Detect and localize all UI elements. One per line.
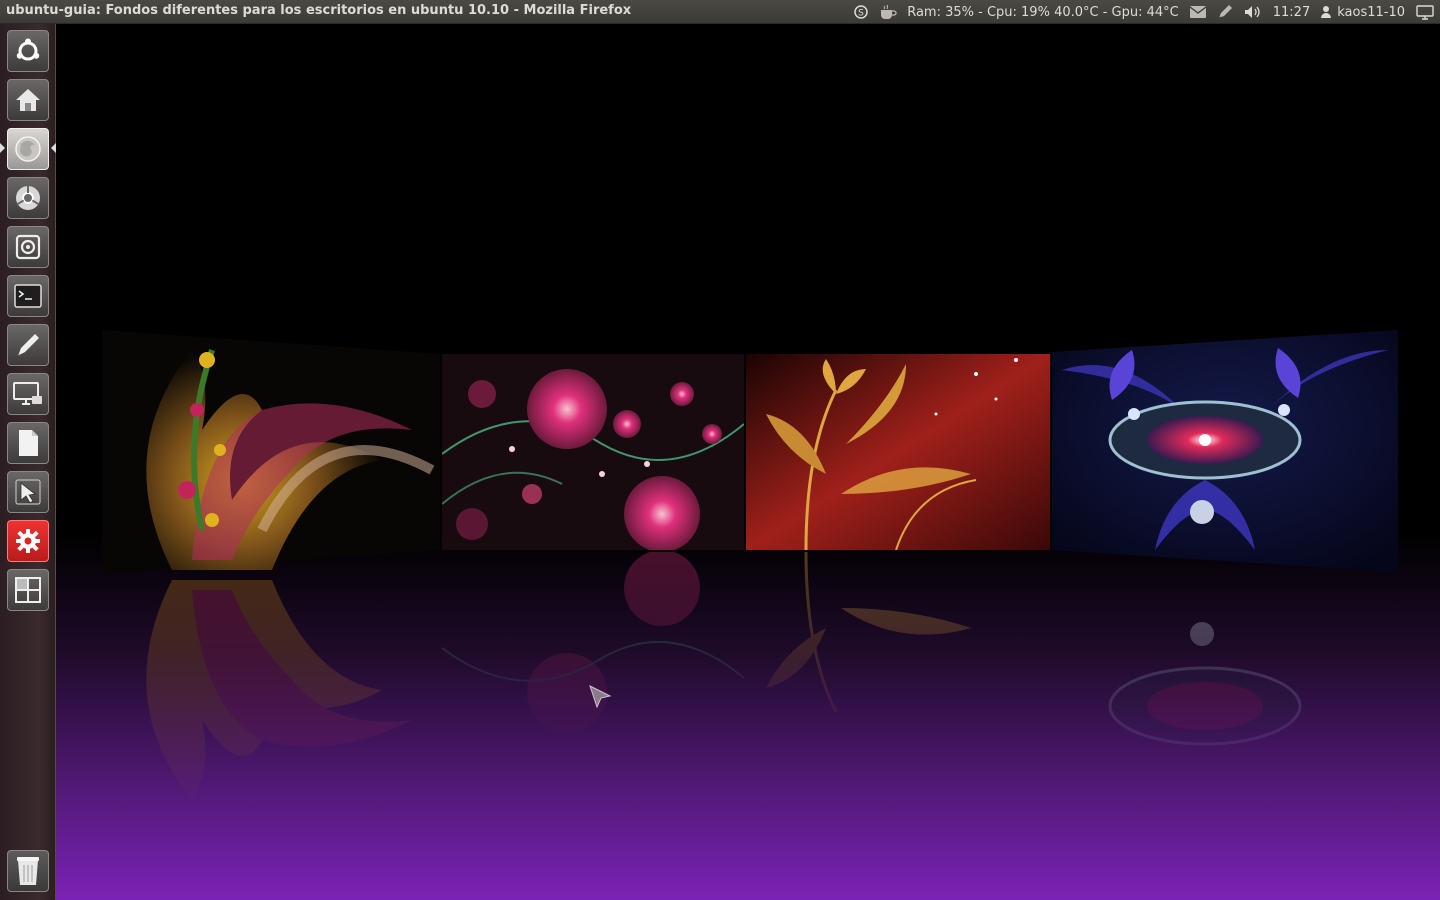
gear-icon: [16, 529, 40, 553]
launcher-item-text-editor[interactable]: [7, 324, 49, 366]
volume-icon[interactable]: [1238, 0, 1268, 24]
system-monitor[interactable]: Ram: 35% - Cpu: 19% 40.0°C - Gpu: 44°C: [902, 0, 1184, 24]
firefox-icon: [15, 136, 41, 162]
workspace-3[interactable]: [746, 354, 1050, 550]
clock-text: 11:27: [1272, 4, 1311, 20]
launcher-item-remote-desktop[interactable]: [7, 373, 49, 415]
ubuntu-logo-icon: [16, 38, 40, 61]
workspace-expo-view: [56, 24, 1440, 900]
clock[interactable]: 11:27: [1268, 0, 1315, 24]
home-icon: [16, 89, 40, 111]
launcher: [0, 24, 56, 900]
camera-icon: [15, 234, 41, 260]
launcher-item-firefox[interactable]: [7, 128, 49, 170]
launcher-item-home[interactable]: [7, 79, 49, 121]
top-panel: ubuntu-guia: Fondos diferentes para los …: [0, 0, 1440, 24]
sync-icon[interactable]: S: [848, 0, 874, 24]
workspace-1-reflection: [146, 580, 412, 800]
user-menu[interactable]: kaos11-10: [1315, 0, 1410, 24]
session-icon[interactable]: [1410, 0, 1440, 24]
svg-text:S: S: [858, 9, 864, 19]
pen-tool-icon[interactable]: [1212, 0, 1238, 24]
workspace-2-reflection: [442, 552, 744, 733]
workspace-1[interactable]: [102, 330, 440, 574]
user-icon: [1321, 6, 1332, 18]
pen-icon: [17, 334, 39, 357]
terminal-icon: [14, 284, 42, 308]
launcher-item-terminal[interactable]: [7, 275, 49, 317]
window-title: ubuntu-guia: Fondos diferentes para los …: [6, 3, 632, 18]
launcher-item-workspaces[interactable]: [7, 569, 49, 611]
chrome-icon: [16, 186, 40, 210]
launcher-item-settings[interactable]: [7, 520, 49, 562]
workspace-4[interactable]: [1052, 330, 1398, 572]
launcher-item-trash[interactable]: [7, 850, 49, 892]
workspace-3-reflection: [766, 552, 971, 713]
launcher-item-chrome[interactable]: [7, 177, 49, 219]
mail-icon[interactable]: [1184, 0, 1212, 24]
mouse-cursor-icon: [589, 685, 612, 709]
workspaces-icon: [15, 577, 41, 603]
workspace-4-reflection: [1108, 622, 1302, 746]
monitor-icon: [13, 382, 42, 405]
coffee-icon[interactable]: [874, 0, 902, 24]
launcher-item-camera[interactable]: [7, 226, 49, 268]
launcher-item-document[interactable]: [7, 422, 49, 464]
launcher-item-ubuntu[interactable]: [7, 30, 49, 72]
launcher-item-pointer[interactable]: [7, 471, 49, 513]
document-icon: [19, 430, 38, 456]
trash-icon: [17, 857, 39, 885]
username: kaos11-10: [1337, 4, 1405, 20]
indicator-area: S Ram: 35% - Cpu: 19% 40.0°C - Gpu: 44°C…: [848, 0, 1440, 24]
sysmon-text: Ram: 35% - Cpu: 19% 40.0°C - Gpu: 44°C: [907, 4, 1179, 20]
workspace-2[interactable]: [442, 354, 744, 550]
pointer-icon: [15, 479, 41, 505]
running-indicator: [0, 143, 5, 153]
